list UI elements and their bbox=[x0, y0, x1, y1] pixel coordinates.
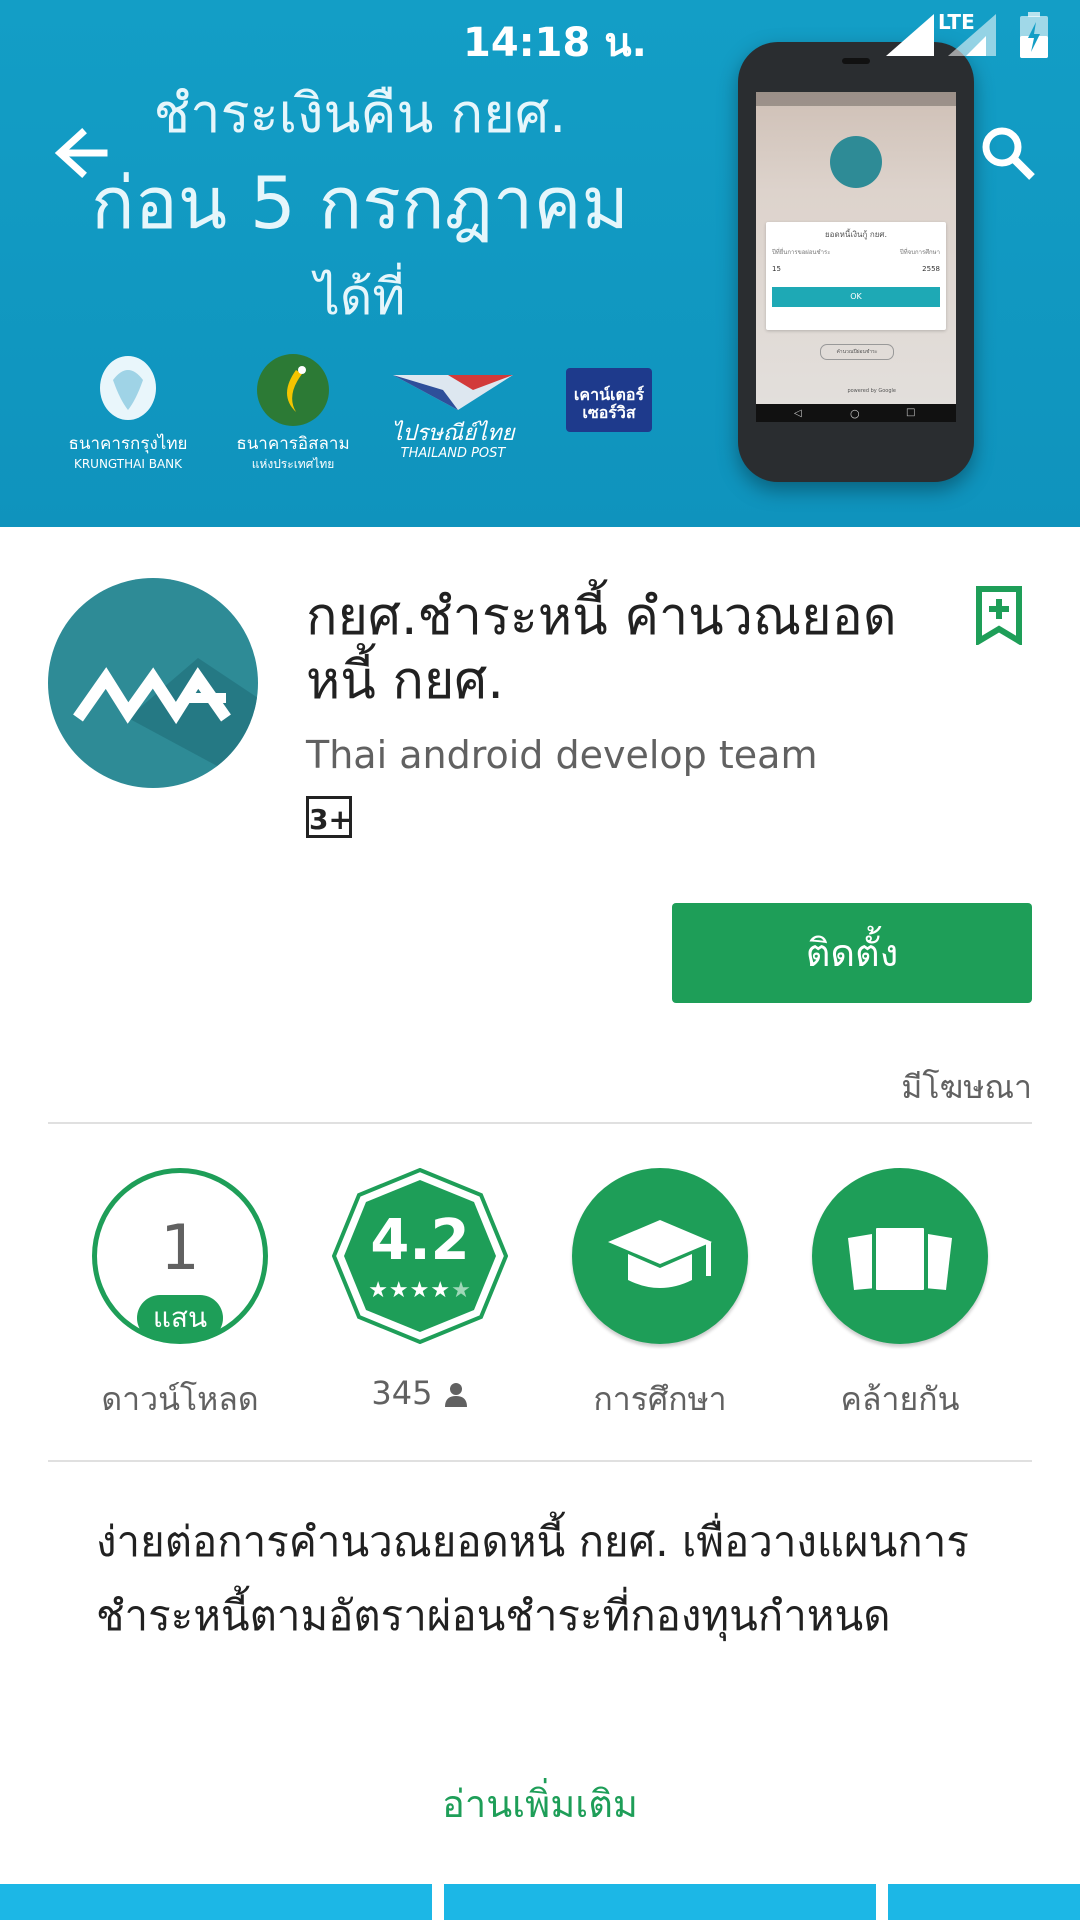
screenshot-thumbnail[interactable] bbox=[0, 1884, 432, 1920]
krungthai-name: ธนาคารกรุงไทย bbox=[68, 434, 188, 454]
phone-app-logo bbox=[830, 136, 882, 188]
signal-lte-icon bbox=[948, 14, 996, 56]
banner-line-2: ก่อน 5 กรกฎาคม bbox=[91, 161, 629, 245]
phone-secondary-button: คำนวณปีผ่อนชำระ bbox=[820, 344, 894, 360]
category-label: การศึกษา bbox=[593, 1380, 727, 1418]
islamic-bank-name: ธนาคารอิสลาม bbox=[236, 434, 350, 454]
app-logo-icon bbox=[73, 658, 258, 788]
thailand-post-sub: THAILAND POST bbox=[400, 446, 506, 461]
phone-dialog-title: ยอดหนี้เงินกู้ กยศ. bbox=[824, 230, 888, 239]
phone-dialog: ยอดหนี้เงินกู้ กยศ. ปีที่ยื่นการขอผ่อนชำ… bbox=[766, 222, 946, 330]
phone-ok-button: OK bbox=[772, 287, 940, 307]
islamic-bank-emblem-icon bbox=[257, 354, 329, 426]
islamic-bank-sub: แห่งประเทศไทย bbox=[251, 457, 335, 471]
krungthai-emblem-icon bbox=[100, 356, 156, 420]
back-button[interactable] bbox=[42, 115, 122, 195]
similar-stat[interactable]: คล้ายกัน bbox=[810, 1168, 990, 1425]
developer-link[interactable]: Thai android develop team bbox=[306, 733, 817, 777]
phone-label-borrow: ปีที่ยื่นการขอผ่อนชำระ bbox=[772, 249, 831, 256]
bookmark-add-icon bbox=[976, 586, 1022, 647]
content-rating-badge: 3+ bbox=[306, 796, 352, 838]
status-time: 14:18 น. bbox=[463, 20, 647, 66]
person-icon bbox=[444, 1383, 467, 1407]
phone-label-study: ปีที่จบการศึกษา bbox=[899, 249, 940, 256]
downloads-value: 1 bbox=[160, 1211, 200, 1284]
phone-screen: ยอดหนี้เงินกู้ กยศ. ปีที่ยื่นการขอผ่อนชำ… bbox=[756, 92, 956, 422]
app-description: ง่ายต่อการคำนวณยอดหนี้ กยศ. เพื่อวางแผนก… bbox=[96, 1517, 969, 1640]
feature-banner: ชำระเงินคืน กยศ. ก่อน 5 กรกฎาคม ได้ที่ ธ… bbox=[0, 0, 1080, 527]
phone-recents-icon: □ bbox=[906, 407, 916, 418]
counter-service-logo: เคาน์เตอร์ เซอร์วิส bbox=[566, 368, 652, 432]
app-title: กยศ.ชำระหนี้ คำนวณยอดหนี้ กยศ. bbox=[306, 587, 897, 711]
phone-speaker bbox=[842, 58, 870, 64]
wishlist-button[interactable] bbox=[975, 585, 1023, 647]
thailand-post-emblem-icon bbox=[393, 375, 513, 410]
krungthai-sub: KRUNGTHAI BANK bbox=[73, 457, 183, 471]
downloads-label: ดาวน์โหลด bbox=[101, 1380, 259, 1418]
signal-icon bbox=[886, 14, 934, 56]
phone-mockup: ยอดหนี้เงินกู้ กยศ. ปีที่ยื่นการขอผ่อนชำ… bbox=[738, 42, 974, 482]
downloads-stat: 1 แสน ดาวน์โหลด bbox=[90, 1168, 270, 1425]
divider bbox=[48, 1460, 1032, 1462]
similar-badge bbox=[812, 1168, 988, 1344]
rating-stars-icon: ★★★★★ bbox=[368, 1278, 472, 1303]
krungthai-logo: ธนาคารกรุงไทย KRUNGTHAI BANK bbox=[68, 350, 188, 474]
rating-value: 4.2 bbox=[370, 1208, 470, 1273]
banner-line-3: ได้ที่ bbox=[314, 268, 406, 326]
category-stat[interactable]: การศึกษา bbox=[570, 1168, 750, 1425]
thailand-post-logo: ไปรษณีย์ไทย THAILAND POST bbox=[388, 370, 518, 464]
similar-cards-icon bbox=[848, 1224, 952, 1294]
read-more-link[interactable]: อ่านเพิ่มเติม bbox=[0, 1773, 1080, 1834]
app-icon bbox=[48, 578, 258, 788]
screenshot-thumbnail[interactable] bbox=[888, 1884, 1080, 1920]
similar-label: คล้ายกัน bbox=[840, 1380, 960, 1418]
phone-powered: powered by Google bbox=[847, 388, 896, 394]
install-button[interactable]: ติดตั้ง bbox=[672, 903, 1032, 1003]
rating-stat[interactable]: 4.2 ★★★★★ 345 bbox=[330, 1168, 510, 1412]
search-button[interactable] bbox=[970, 115, 1050, 195]
counter-service-name: เคาน์เตอร์ เซอร์วิส bbox=[573, 385, 645, 422]
islamic-bank-logo: ธนาคารอิสลาม แห่งประเทศไทย bbox=[228, 350, 358, 474]
category-badge bbox=[572, 1168, 748, 1344]
downloads-badge: 1 แสน bbox=[92, 1168, 268, 1344]
rating-count-row: 345 bbox=[330, 1374, 510, 1412]
banner-line-1: ชำระเงินคืน กยศ. bbox=[153, 82, 567, 145]
graduation-cap-icon bbox=[608, 1220, 712, 1288]
divider bbox=[48, 1122, 1032, 1124]
phone-value-borrow: 15 bbox=[772, 265, 781, 273]
downloads-unit: แสน bbox=[137, 1295, 223, 1341]
search-icon bbox=[982, 127, 1035, 180]
phone-status-bar bbox=[756, 92, 956, 106]
phone-value-study: 2558 bbox=[922, 265, 940, 273]
phone-nav-bar: ◁ ○ □ bbox=[756, 404, 956, 422]
thailand-post-name: ไปรษณีย์ไทย bbox=[391, 421, 515, 446]
contains-ads-label: มีโฆษณา bbox=[901, 1068, 1032, 1106]
back-arrow-icon bbox=[54, 128, 108, 178]
phone-back-icon: ◁ bbox=[794, 408, 802, 419]
phone-home-icon: ○ bbox=[850, 407, 860, 420]
screenshot-thumbnail[interactable] bbox=[444, 1884, 876, 1920]
rating-badge: 4.2 ★★★★★ bbox=[332, 1168, 508, 1344]
rating-count: 345 bbox=[371, 1374, 433, 1412]
battery-icon bbox=[1020, 12, 1048, 58]
